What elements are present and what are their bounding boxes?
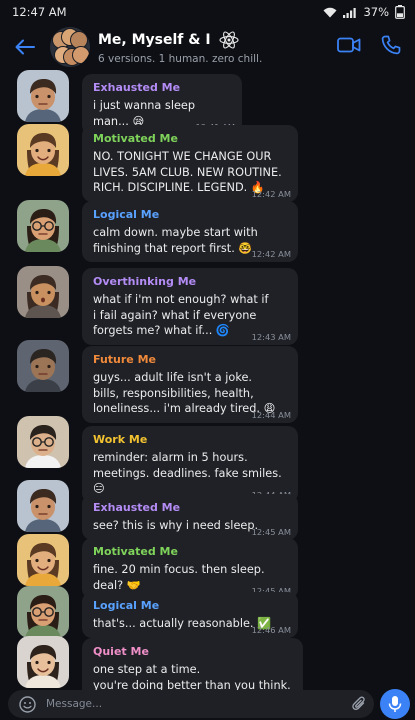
phone-icon [381,35,401,55]
status-bar: 12:47 AM 37% [0,0,415,24]
emoji-button[interactable] [12,690,42,718]
message-input-placeholder[interactable]: Message... [46,698,344,710]
status-time: 12:47 AM [12,5,67,19]
sender-name: Logical Me [93,599,160,612]
sender-avatar[interactable] [17,266,69,318]
group-avatar[interactable] [50,27,90,67]
message-bubble[interactable]: Logical Me calm down. maybe start with fi… [82,201,298,262]
chat-header: Me, Myself & I 6 versions. 1 human. zero… [0,24,415,70]
back-button[interactable] [0,24,50,70]
chat-title-block[interactable]: Me, Myself & I 6 versions. 1 human. zero… [98,30,337,65]
message-time: 12:46 AM [251,624,291,635]
message-time: 12:45 AM [251,526,291,537]
sender-avatar[interactable] [17,200,69,252]
message-bubble[interactable]: Exhausted Me see? this is why i need slee… [82,494,298,540]
sender-avatar[interactable] [17,534,69,586]
atom-icon [219,30,239,49]
sender-name: Motivated Me [93,132,178,145]
message-composer: Message... [0,686,415,720]
message-time: 12:43 AM [251,331,291,342]
sender-name: Work Me [93,433,148,446]
paperclip-icon [352,696,365,711]
sender-name: Quiet Me [93,645,149,658]
video-call-button[interactable] [337,37,361,57]
wifi-icon [323,7,337,18]
video-camera-icon [337,37,361,53]
message-bubble[interactable]: Work Me reminder: alarm in 5 hours. meeti… [82,426,298,503]
message-bubble[interactable]: Motivated Me fine. 20 min focus. then sle… [82,538,298,599]
chat-title: Me, Myself & I [98,31,211,48]
message-time: 12:42 AM [251,249,291,259]
message-list[interactable]: Exhausted Mei just wanna sleep man... 😪1… [0,70,415,715]
back-arrow-icon [15,39,35,55]
message-bubble[interactable]: Future Me guys... adult life isn't a joke… [82,346,298,423]
battery-percent: 37% [363,5,389,19]
microphone-icon [388,696,402,712]
attach-button[interactable] [344,690,374,718]
battery-icon [395,5,405,19]
sender-avatar[interactable] [17,124,69,176]
sender-name: Exhausted Me [93,81,181,94]
sender-avatar[interactable] [17,70,69,122]
message-time: 12:42 AM [251,188,291,199]
message-bubble[interactable]: Overthinking Me what if i'm not enough? w… [82,268,298,345]
sender-avatar[interactable] [17,636,69,688]
message-bubble[interactable]: Logical Me that's... actually reasonable.… [82,592,298,638]
voice-message-button[interactable] [380,689,410,719]
message-input-box[interactable]: Message... [8,690,374,718]
sender-avatar[interactable] [17,340,69,392]
signal-icon [343,7,357,18]
message-time: 12:44 AM [251,409,291,420]
sender-name: Logical Me [93,208,160,221]
sender-name: Future Me [93,353,157,366]
sender-name: Exhausted Me [93,501,181,514]
smiley-icon [18,695,36,713]
chat-subtitle: 6 versions. 1 human. zero chill. [98,52,263,65]
message-bubble[interactable]: Motivated Me NO. TONIGHT WE CHANGE OUR LI… [82,125,298,202]
sender-name: Overthinking Me [93,275,197,288]
sender-avatar[interactable] [17,480,69,532]
sender-name: Motivated Me [93,545,178,558]
sender-avatar[interactable] [17,416,69,468]
sender-avatar[interactable] [17,586,69,638]
voice-call-button[interactable] [381,35,401,59]
